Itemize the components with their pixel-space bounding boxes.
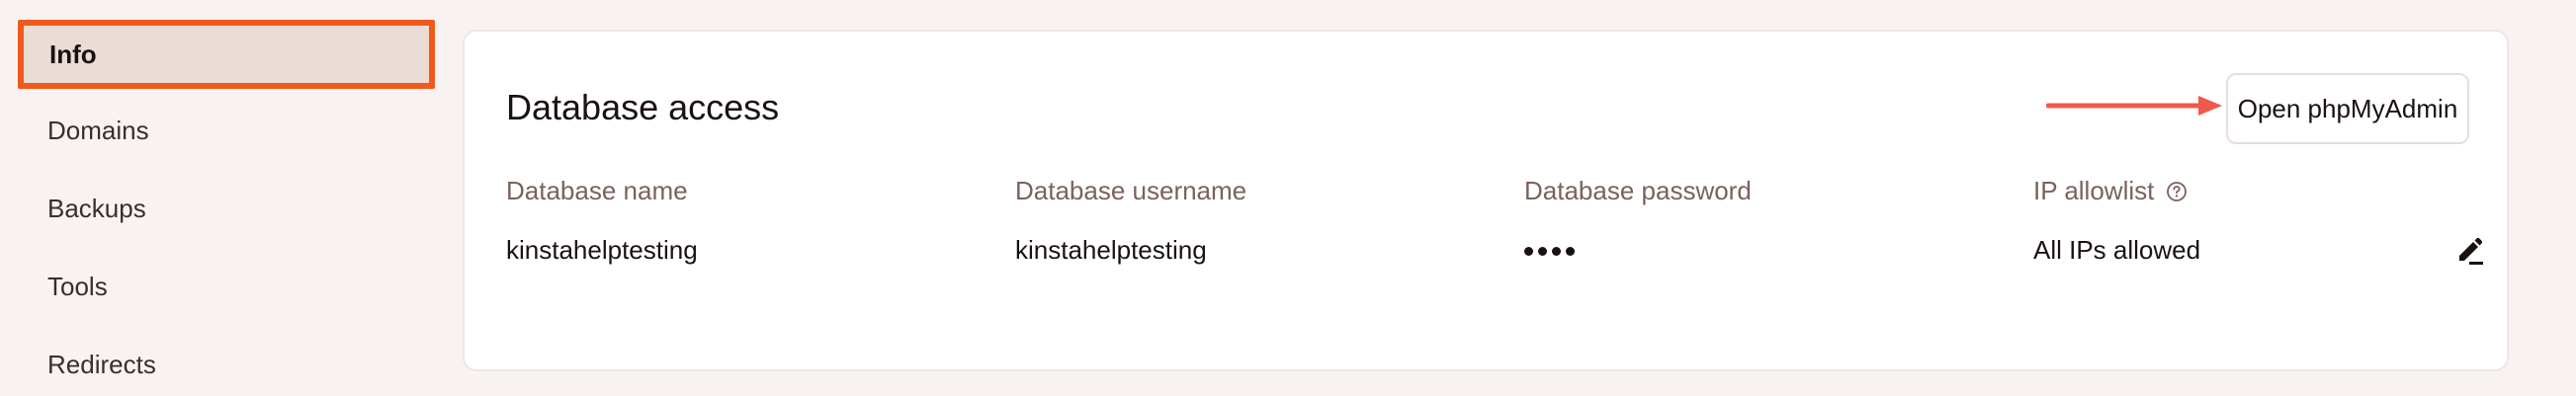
sidebar-item-label: Redirects — [47, 349, 156, 379]
open-phpmyadmin-button[interactable]: Open phpMyAdmin — [2226, 73, 2469, 144]
database-username-value: kinstahelptesting — [1015, 235, 1207, 265]
column-header-database-name: Database name — [506, 176, 688, 205]
sidebar-item-label: Tools — [47, 271, 108, 301]
question-circle-icon[interactable] — [2166, 181, 2188, 202]
sidebar-item-info[interactable]: Info — [18, 20, 435, 89]
password-dot — [1552, 246, 1561, 256]
arrow-right-annotation — [2046, 96, 2222, 116]
column-header-label: IP allowlist — [2033, 176, 2155, 205]
column-header-database-username: Database username — [1015, 176, 1247, 205]
ip-allowlist-value: All IPs allowed — [2033, 235, 2201, 265]
sidebar-item-tools[interactable]: Tools — [20, 255, 435, 318]
password-dot — [1566, 246, 1575, 256]
password-dot — [1538, 246, 1547, 256]
column-header-database-password: Database password — [1524, 176, 1752, 205]
card-title: Database access — [506, 87, 780, 127]
pencil-edit-icon[interactable] — [2453, 235, 2487, 269]
column-header-ip-allowlist: IP allowlist — [2033, 176, 2188, 206]
database-name-value: kinstahelptesting — [506, 235, 698, 265]
sidebar-item-domains[interactable]: Domains — [20, 99, 435, 162]
database-password-value: •••• — [1524, 235, 1575, 267]
password-dot — [1524, 246, 1533, 256]
sidebar-item-backups[interactable]: Backups — [20, 177, 435, 240]
sidebar-item-redirects[interactable]: Redirects — [20, 333, 435, 396]
sidebar-item-label: Domains — [47, 115, 149, 145]
sidebar-item-label: Info — [49, 39, 97, 69]
sidebar-item-label: Backups — [47, 193, 146, 223]
database-access-card: Database access Open phpMyAdmin Database… — [463, 30, 2509, 371]
sidebar: Info Domains Backups Tools Redirects — [0, 0, 445, 391]
